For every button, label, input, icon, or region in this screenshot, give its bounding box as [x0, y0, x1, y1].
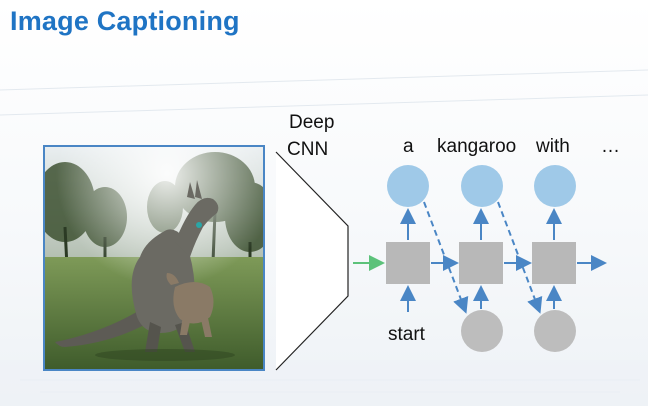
hidden-node-2 — [459, 242, 503, 284]
output-word-1: a — [403, 136, 414, 157]
cnn-label-line1: Deep — [289, 112, 334, 133]
cnn-label-line2: CNN — [287, 139, 328, 160]
captioning-diagram: Deep CNN a kangaroo with … start — [275, 112, 620, 371]
input-node-2 — [461, 310, 503, 352]
output-node-3 — [534, 165, 576, 207]
output-node-2 — [461, 165, 503, 207]
output-node-1 — [387, 165, 429, 207]
output-word-2: kangaroo — [437, 136, 516, 157]
output-word-3: with — [535, 136, 570, 157]
cnn-trapezoid — [275, 151, 349, 371]
output-word-4: … — [601, 136, 620, 157]
input-word-start: start — [388, 324, 426, 345]
dashed-feedback-arrow-1 — [423, 201, 469, 314]
hidden-node-1 — [386, 242, 430, 284]
hidden-node-3 — [532, 242, 576, 284]
input-node-3 — [534, 310, 576, 352]
